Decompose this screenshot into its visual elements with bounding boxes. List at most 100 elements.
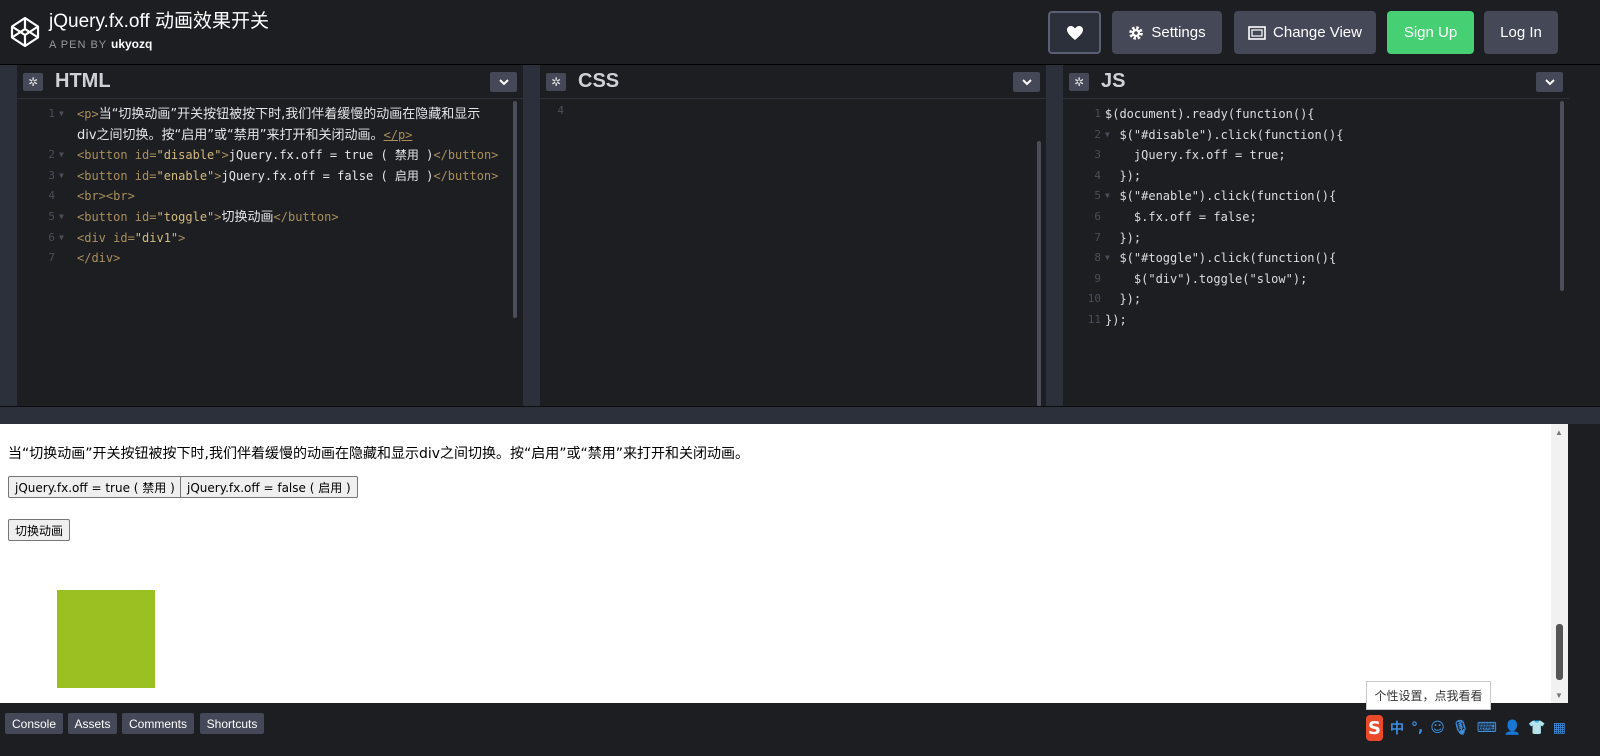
animated-div-box: [57, 590, 155, 688]
css-editor-scrollbar[interactable]: [1037, 141, 1041, 407]
code-text: <p>当“切换动画”开关按钮被按下时,我们伴着缓慢的动画在隐藏和显示: [77, 104, 480, 126]
codepen-logo-icon[interactable]: [10, 16, 40, 48]
result-resize-bar[interactable]: [0, 406, 1600, 424]
js-settings-gear-icon[interactable]: ✲: [1069, 73, 1089, 91]
code-text: <button id="enable">jQuery.fx.off = fals…: [77, 166, 498, 187]
pen-title[interactable]: jQuery.fx.off 动画效果开关: [49, 10, 269, 34]
code-text: $(document).ready(function(){: [1105, 107, 1315, 121]
gear-icon: [1129, 25, 1144, 40]
ime-toolbar[interactable]: S 中 °, ☺ 🎙 ⌨ 👤 👕 ▦: [1366, 714, 1566, 742]
code-line: 2 ▼ $("#disable").click(function(){: [1063, 125, 1569, 146]
enable-button[interactable]: jQuery.fx.off = false ( 启用 ): [180, 476, 358, 498]
fold-arrow-icon[interactable]: ▼: [59, 104, 64, 125]
css-settings-gear-icon[interactable]: ✲: [546, 73, 566, 91]
js-editor-header: ✲ JS: [1063, 65, 1569, 99]
css-code-area[interactable]: 4: [540, 101, 1046, 407]
line-number: 11: [1087, 312, 1101, 326]
code-line: 11});: [1063, 310, 1569, 331]
tag-open: <button id=: [77, 168, 157, 183]
pen-author-line: A PEN BY ukyozq: [49, 37, 269, 51]
p-open-tag: <p>: [77, 107, 99, 121]
code-text: </div>: [77, 251, 121, 266]
result-scrollbar[interactable]: ▲ ▼: [1551, 424, 1568, 703]
punctuation-icon[interactable]: °,: [1411, 720, 1423, 736]
disable-button[interactable]: jQuery.fx.off = true ( 禁用 ): [8, 476, 182, 498]
pen-by-label: A PEN BY: [49, 39, 107, 51]
code-line: 8 ▼ $("#toggle").click(function(){: [1063, 248, 1569, 269]
app-header: jQuery.fx.off 动画效果开关 A PEN BY ukyozq Set…: [0, 0, 1600, 65]
fold-arrow-icon[interactable]: ▼: [59, 207, 64, 228]
code-text: });: [1105, 312, 1127, 327]
scroll-down-arrow-icon[interactable]: ▼: [1555, 691, 1563, 700]
microphone-icon[interactable]: 🎙: [1452, 720, 1470, 736]
footer-bar: Console Assets Comments Shortcuts: [0, 703, 1600, 756]
line-number: 9: [1094, 271, 1101, 285]
html-editor-scrollbar[interactable]: [513, 101, 517, 318]
code-line: 3 ▼ <button id="enable">jQuery.fx.off = …: [17, 166, 523, 187]
code-text: });: [1105, 230, 1142, 245]
fold-arrow-icon[interactable]: ▼: [59, 166, 64, 187]
pen-author[interactable]: ukyozq: [111, 37, 152, 51]
p-close-tag: </p>: [383, 127, 413, 142]
fold-arrow-icon[interactable]: ▼: [59, 145, 64, 166]
skin-icon[interactable]: 👤: [1504, 720, 1521, 736]
shirt-icon[interactable]: 👕: [1528, 720, 1545, 736]
html-line-1a: 当“切换动画”开关按钮被按下时,我们伴着缓慢的动画在隐藏和显示: [98, 107, 481, 122]
emoji-icon[interactable]: ☺: [1430, 720, 1445, 736]
pen-title-block: jQuery.fx.off 动画效果开关 A PEN BY ukyozq: [49, 10, 269, 51]
line-number: 6: [48, 230, 55, 244]
line-number: 5: [1094, 189, 1101, 203]
code-text: $.fx.off = false;: [1105, 209, 1257, 224]
js-editor-scrollbar[interactable]: [1560, 101, 1564, 291]
log-in-button[interactable]: Log In: [1484, 11, 1558, 54]
line-number: 7: [1094, 230, 1101, 244]
css-collapse-chevron-icon[interactable]: [1013, 72, 1040, 92]
result-paragraph: 当“切换动画”开关按钮被按下时,我们伴着缓慢的动画在隐藏和显示div之间切换。按…: [8, 446, 750, 462]
keyboard-icon[interactable]: ⌨: [1477, 720, 1497, 736]
code-line: 1 ▼ $(document).ready(function(){: [1063, 104, 1569, 125]
fold-arrow-icon[interactable]: ▼: [59, 228, 64, 249]
editor-divider[interactable]: [523, 65, 540, 407]
assets-button[interactable]: Assets: [68, 713, 117, 734]
code-line: 4 });: [1063, 166, 1569, 187]
code-text: div之间切换。按“启用”或“禁用”来打开和关闭动画。</p>: [77, 125, 412, 147]
ime-language-toggle[interactable]: 中: [1390, 718, 1404, 738]
code-line: 2 ▼ <button id="disable">jQuery.fx.off =…: [17, 145, 523, 166]
html-editor-header: ✲ HTML: [17, 65, 523, 99]
settings-button[interactable]: Settings: [1112, 11, 1222, 54]
change-view-button[interactable]: Change View: [1234, 11, 1376, 54]
code-line: 6 ▼ <div id="div1">: [17, 228, 523, 249]
js-code-area[interactable]: 1 ▼ $(document).ready(function(){2 ▼ $("#di…: [1063, 101, 1569, 407]
code-text: $("#disable").click(function(){: [1105, 127, 1344, 142]
inner-text: jQuery.fx.off = true ( 禁用 ): [228, 148, 434, 163]
line-number: 4: [557, 104, 564, 117]
layout-icon: [1248, 25, 1266, 40]
console-button[interactable]: Console: [5, 713, 63, 734]
comments-button[interactable]: Comments: [122, 713, 194, 734]
sogou-logo-icon[interactable]: S: [1366, 715, 1383, 741]
settings-label: Settings: [1151, 24, 1206, 41]
shortcuts-button[interactable]: Shortcuts: [200, 713, 264, 734]
line-number: 10: [1087, 292, 1101, 306]
attr-value: "div1": [134, 230, 179, 245]
tag-open: <button id=: [77, 148, 157, 163]
scroll-up-arrow-icon[interactable]: ▲: [1555, 428, 1563, 437]
code-line: 4: [540, 101, 1046, 122]
js-collapse-chevron-icon[interactable]: [1536, 72, 1563, 92]
grid-menu-icon[interactable]: ▦: [1553, 720, 1566, 736]
html-collapse-chevron-icon[interactable]: [490, 72, 517, 92]
code-line: 9 $("div").toggle("slow");: [1063, 269, 1569, 290]
code-line: 1 ▼ <p>当“切换动画”开关按钮被按下时,我们伴着缓慢的动画在隐藏和显示: [17, 104, 523, 125]
code-text: <div id="div1">: [77, 228, 185, 249]
html-settings-gear-icon[interactable]: ✲: [23, 73, 43, 91]
love-button[interactable]: [1048, 11, 1101, 54]
tag-gt: >: [221, 148, 229, 163]
editor-divider[interactable]: [1046, 65, 1063, 407]
toggle-button[interactable]: 切换动画: [8, 519, 71, 541]
code-line: 7 </div>: [17, 248, 523, 269]
scroll-thumb[interactable]: [1556, 624, 1563, 680]
code-text: $("#toggle").click(function(){: [1105, 251, 1337, 266]
sign-up-button[interactable]: Sign Up: [1387, 11, 1474, 54]
tag-gt: >: [178, 230, 186, 245]
html-code-area[interactable]: 1 ▼ <p>当“切换动画”开关按钮被按下时,我们伴着缓慢的动画在隐藏和显示 d…: [17, 101, 523, 407]
